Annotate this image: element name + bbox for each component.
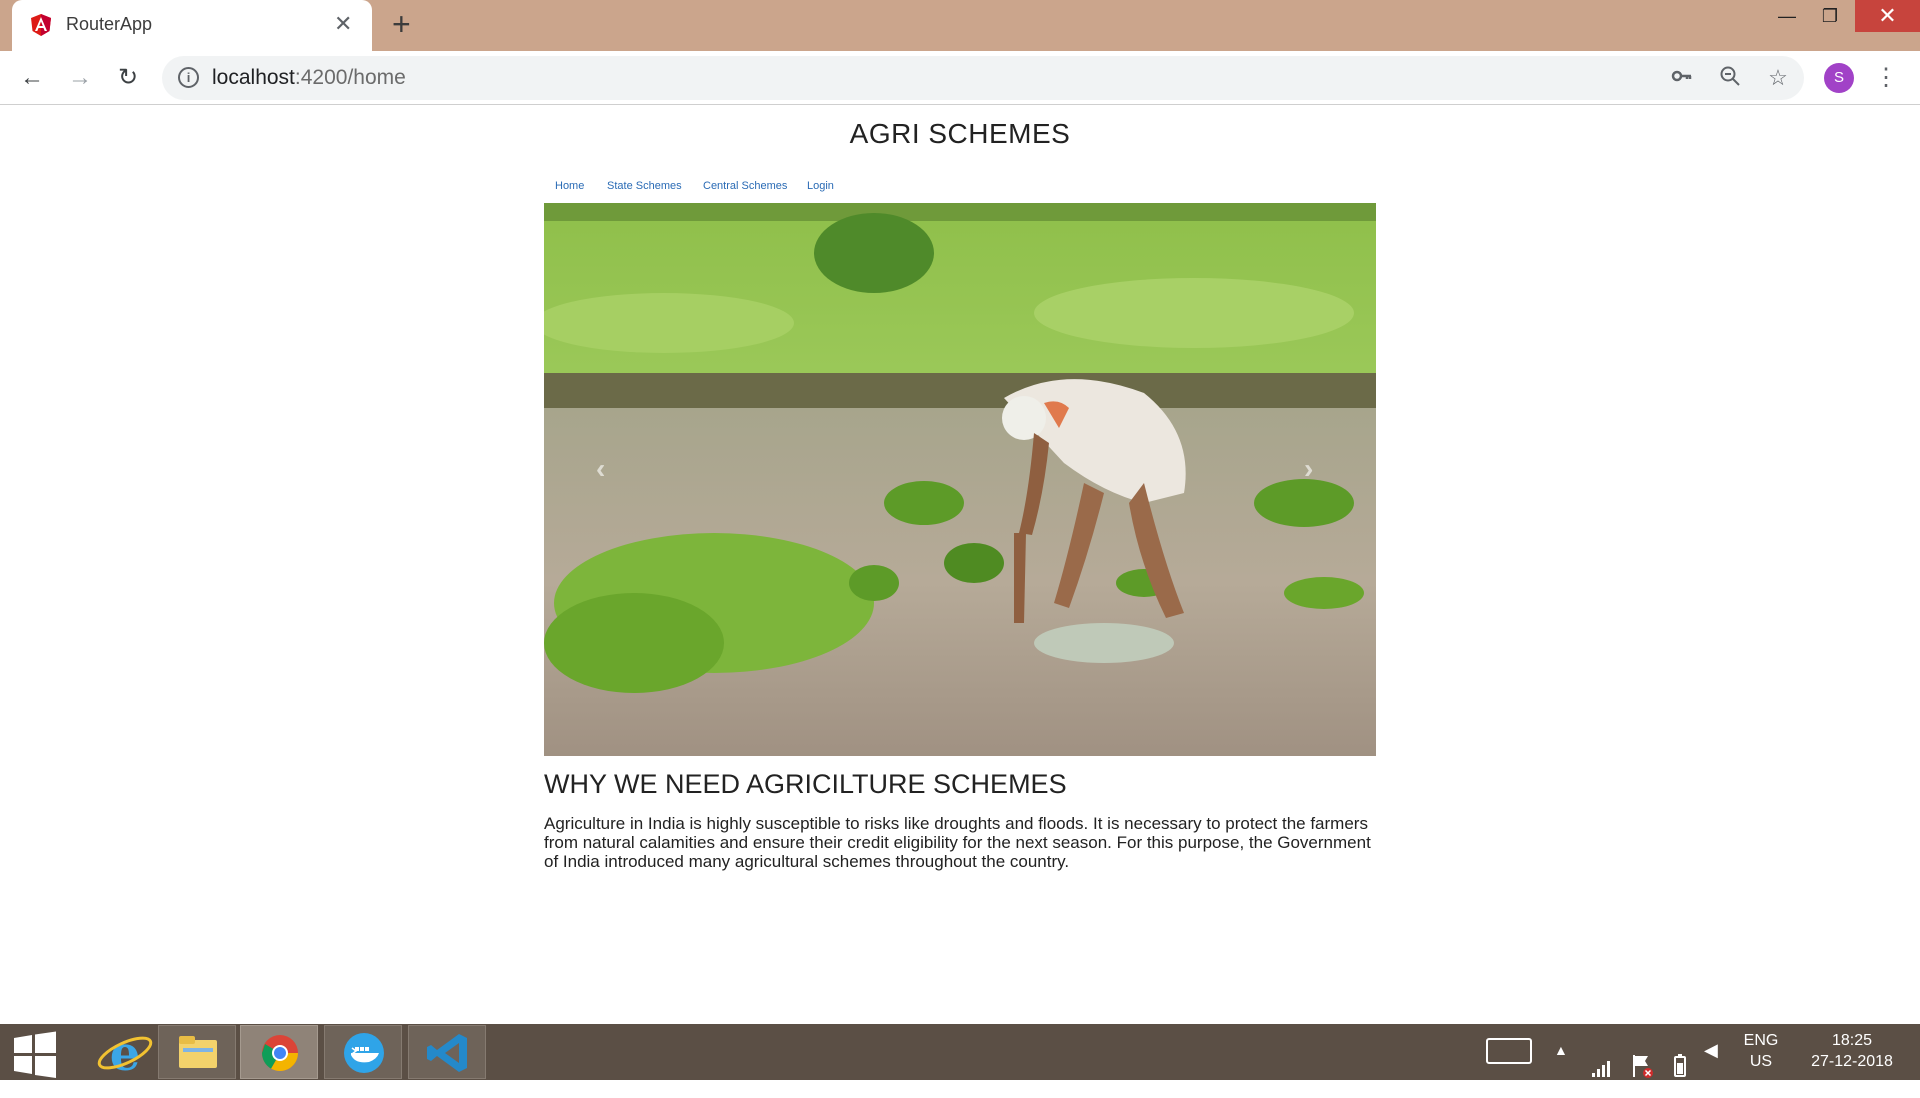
image-carousel: ‹ › bbox=[544, 203, 1376, 756]
nav-link-login[interactable]: Login bbox=[807, 180, 834, 192]
nav-link-state-schemes[interactable]: State Schemes bbox=[607, 180, 682, 192]
carousel-prev-icon[interactable]: ‹ bbox=[596, 453, 605, 485]
clock-time: 18:25 bbox=[1831, 1032, 1873, 1049]
star-icon[interactable]: ☆ bbox=[1764, 64, 1792, 92]
ie-svg: e bbox=[97, 1026, 153, 1082]
docker-svg bbox=[344, 1033, 384, 1073]
zoom-icon[interactable] bbox=[1716, 64, 1744, 92]
forward-arrow-icon[interactable]: → bbox=[66, 64, 94, 92]
network-signal-icon[interactable] bbox=[1590, 1040, 1612, 1096]
region-code: US bbox=[1749, 1053, 1773, 1070]
svg-text:e: e bbox=[110, 1026, 141, 1079]
battery-icon[interactable] bbox=[1672, 1038, 1688, 1094]
nav-link-home[interactable]: Home bbox=[555, 180, 584, 192]
carousel-next-icon[interactable]: › bbox=[1304, 453, 1313, 485]
folder-svg bbox=[179, 1036, 217, 1068]
url-host: localhost bbox=[212, 66, 295, 89]
farmer-planting-rice-image bbox=[544, 203, 1376, 756]
angular-favicon-icon bbox=[31, 14, 51, 36]
reload-icon[interactable]: ↻ bbox=[114, 64, 142, 92]
menu-icon[interactable]: ⋮ bbox=[1874, 63, 1898, 93]
clock-date: 27-12-2018 bbox=[1811, 1053, 1893, 1070]
profile-avatar[interactable]: S bbox=[1824, 63, 1854, 93]
chrome-svg bbox=[262, 1035, 298, 1072]
windows-taskbar: e ▲ ◀ ENG US 18:25 27-12-2018 bbox=[0, 1024, 1920, 1082]
volume-icon[interactable]: ◀ bbox=[1704, 1040, 1718, 1096]
section-heading: WHY WE NEED AGRICILTURE SCHEMES bbox=[544, 769, 1067, 799]
new-tab-button[interactable]: + bbox=[392, 7, 411, 41]
back-arrow-icon[interactable]: ← bbox=[18, 64, 46, 92]
key-icon[interactable] bbox=[1668, 64, 1696, 92]
start-icon[interactable] bbox=[10, 1028, 60, 1082]
window-restore-button[interactable]: ❐ bbox=[1805, 0, 1855, 32]
page-title: AGRI SCHEMES bbox=[849, 118, 1071, 149]
url-path: :4200/home bbox=[294, 66, 406, 89]
touch-keyboard-icon[interactable] bbox=[1486, 1038, 1532, 1064]
info-icon[interactable]: i bbox=[178, 67, 199, 88]
chrome-icon[interactable] bbox=[240, 1025, 318, 1079]
internet-explorer-icon[interactable]: e bbox=[86, 1025, 164, 1082]
show-hidden-icons-icon[interactable]: ▲ bbox=[1554, 1042, 1568, 1098]
url-text[interactable]: localhost:4200/home bbox=[212, 66, 406, 90]
section-body: Agriculture in India is highly susceptib… bbox=[544, 814, 1371, 871]
language-code: ENG bbox=[1743, 1032, 1779, 1049]
tab-title: RouterApp bbox=[66, 14, 153, 34]
browser-titlebar: RouterApp ✕ + — ❐ ✕ bbox=[0, 0, 1920, 51]
file-explorer-icon[interactable] bbox=[158, 1025, 236, 1079]
vscode-svg bbox=[427, 1034, 467, 1072]
docker-icon[interactable] bbox=[324, 1025, 402, 1079]
input-language[interactable]: ENG US bbox=[1736, 1030, 1786, 1086]
key-svg bbox=[1671, 70, 1692, 82]
vscode-icon[interactable] bbox=[408, 1025, 486, 1079]
address-bar[interactable]: i localhost:4200/home ☆ bbox=[162, 56, 1804, 100]
system-clock[interactable]: 18:25 27-12-2018 bbox=[1792, 1030, 1912, 1086]
nav-link-central-schemes[interactable]: Central Schemes bbox=[703, 180, 787, 192]
zoom-svg bbox=[1720, 66, 1740, 86]
window-close-button[interactable]: ✕ bbox=[1855, 0, 1920, 32]
browser-toolbar: ← → ↻ i localhost:4200/home ☆ S ⋮ bbox=[0, 51, 1920, 105]
tab-close-icon[interactable]: ✕ bbox=[334, 11, 352, 37]
browser-tab[interactable]: RouterApp ✕ bbox=[12, 0, 372, 51]
action-center-flag-icon[interactable] bbox=[1630, 1038, 1654, 1094]
